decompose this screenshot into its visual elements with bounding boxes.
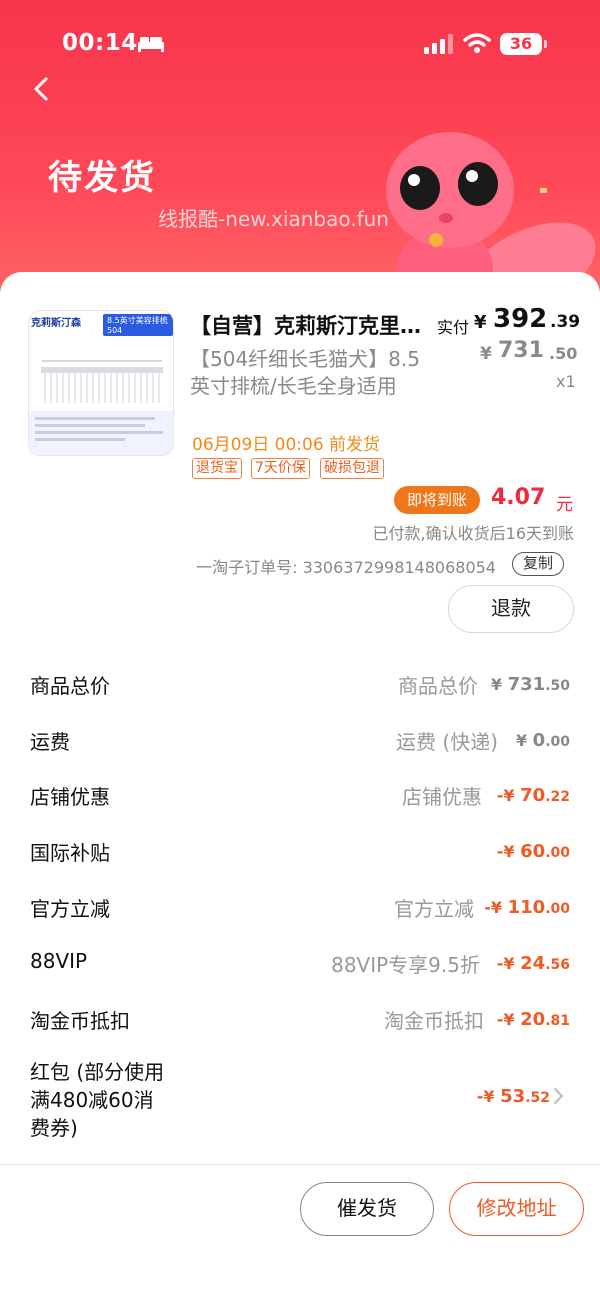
settlement-unit: 元 (556, 495, 573, 515)
row-description: 88VIP专享9.5折 (331, 953, 480, 977)
wifi-icon (463, 33, 491, 53)
urge-shipping-button[interactable]: 催发货 (300, 1182, 434, 1236)
paid-currency: ¥ (474, 312, 487, 333)
thumbnail-model: 8.5英寸美容排梳504 (103, 314, 173, 336)
row-amount: -¥ 110.00 (484, 897, 570, 918)
hongbao-label: 红包 (部分使用满480减60消费券) (30, 1060, 165, 1140)
row-amount: ¥ 0.00 (515, 730, 570, 751)
refund-button[interactable]: 退款 (448, 585, 574, 633)
tag-return-insurance: 退货宝 (192, 458, 242, 479)
order-number: 一淘子订单号: 3306372998148068054 (196, 558, 496, 577)
row-amount: -¥ 70.22 (496, 785, 570, 806)
thumbnail-brand: 克莉斯汀森 (31, 318, 81, 329)
row-88vip: 88VIP 88VIP专享9.5折 -¥ 24.56 (0, 943, 600, 983)
row-label: 官方立减 (30, 897, 110, 921)
row-amount: -¥ 20.81 (496, 1009, 570, 1030)
change-address-button[interactable]: 修改地址 (449, 1182, 584, 1236)
page-title: 待发货 (48, 158, 156, 198)
row-description: 店铺优惠 (402, 785, 482, 809)
row-official-discount: 官方立减 官方立减 -¥ 110.00 (0, 887, 600, 927)
sleep-focus-icon (138, 37, 164, 52)
original-price-decimal: .50 (549, 344, 578, 363)
row-label: 商品总价 (30, 674, 110, 698)
row-taojinbi: 淘金币抵扣 淘金币抵扣 -¥ 20.81 (0, 999, 600, 1039)
row-amount: ¥ 731.50 (490, 674, 570, 695)
battery-indicator: 36 (500, 33, 542, 55)
settlement-pill: 即将到账 (394, 486, 480, 514)
row-shop-discount: 店铺优惠 店铺优惠 -¥ 70.22 (0, 775, 600, 815)
original-price-integer: 731 (498, 338, 544, 363)
row-shipping: 运费 运费 (快递) ¥ 0.00 (0, 720, 600, 760)
thumbnail-specs (29, 411, 173, 455)
paid-label: 实付 (437, 318, 470, 337)
status-time: 00:14 (62, 30, 138, 56)
paid-amount-integer: 392 (493, 304, 548, 334)
battery-tip (544, 40, 547, 48)
row-amount: -¥ 24.56 (496, 953, 570, 974)
cellular-signal-icon (424, 34, 453, 54)
row-description: 淘金币抵扣 (384, 1009, 484, 1033)
row-description: 商品总价 (398, 674, 478, 698)
bottom-action-bar: 催发货 修改地址 (0, 1164, 600, 1303)
row-intl-subsidy: 国际补贴 -¥ 60.00 (0, 831, 600, 871)
watermark-text: 线报酷-new.xianbao.fun (158, 207, 389, 231)
row-label: 店铺优惠 (30, 785, 110, 809)
row-description: 运费 (快递) (396, 730, 498, 754)
hongbao-amount[interactable]: -¥ 53.52 (477, 1086, 550, 1107)
row-subtotal: 商品总价 商品总价 ¥ 731.50 (0, 664, 600, 704)
comb-image (41, 360, 163, 403)
product-sku: 【504纤细长毛猫犬】8.5英寸排梳/长毛全身适用 (190, 347, 420, 398)
row-label: 国际补贴 (30, 841, 110, 865)
row-label: 运费 (30, 730, 70, 754)
row-label: 88VIP (30, 949, 88, 973)
order-card: 克莉斯汀森 8.5英寸美容排梳504 【自营】克莉斯汀克里斯 实付 ¥ 392 … (0, 272, 600, 1172)
status-bar: 00:14 36 (0, 30, 600, 60)
row-amount: -¥ 60.00 (496, 841, 570, 862)
chevron-right-icon[interactable] (552, 1086, 566, 1106)
tag-price-protection: 7天价保 (251, 458, 310, 479)
back-arrow-icon[interactable] (28, 74, 56, 104)
settlement-amount: 4.07 (491, 485, 546, 510)
settlement-note: 已付款,确认收货后16天到账 (372, 524, 574, 543)
ship-deadline: 06月09日 00:06 前发货 (192, 435, 381, 455)
row-description: 官方立减 (394, 897, 474, 921)
paid-amount-decimal: .39 (550, 312, 581, 332)
copy-order-button[interactable]: 复制 (512, 552, 564, 576)
product-thumbnail[interactable]: 克莉斯汀森 8.5英寸美容排梳504 (28, 310, 174, 456)
tag-damage-return: 破损包退 (320, 458, 384, 479)
quantity: x1 (556, 372, 576, 391)
product-title[interactable]: 【自营】克莉斯汀克里斯汀森美容排梳 (190, 310, 428, 340)
original-price-currency: ¥ (480, 344, 492, 364)
row-label: 淘金币抵扣 (30, 1009, 130, 1033)
